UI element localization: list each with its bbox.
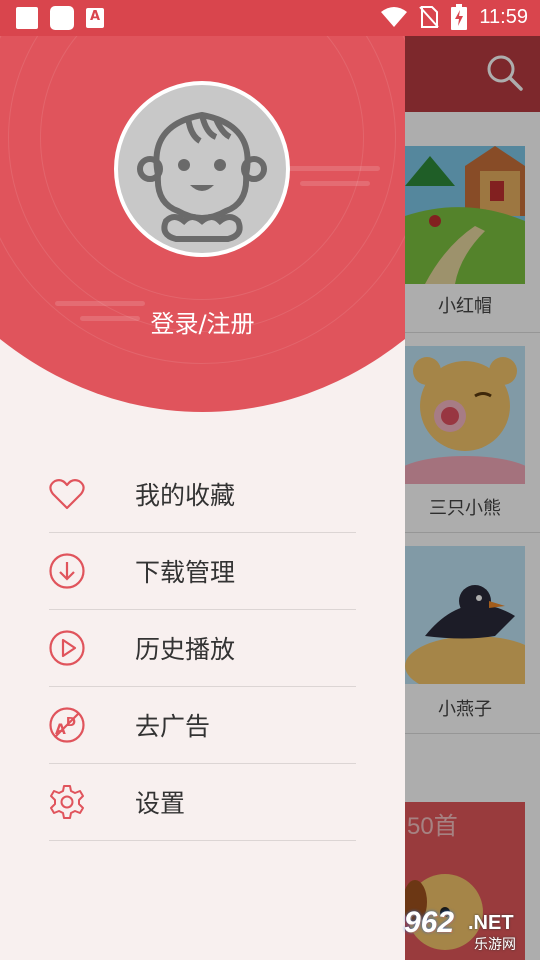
svg-text:D: D bbox=[66, 715, 76, 729]
menu-item-label: 下载管理 bbox=[135, 558, 236, 587]
no-sim-icon bbox=[419, 6, 440, 28]
drawer-menu: 我的收藏 下载管理 历史播放 AD 去广告 设置 bbox=[49, 456, 356, 841]
watermark-number: 962 bbox=[404, 906, 455, 939]
menu-item-remove-ads[interactable]: AD 去广告 bbox=[49, 687, 356, 764]
login-register-link[interactable]: 登录/注册 bbox=[0, 304, 405, 339]
cloud-decoration bbox=[300, 181, 370, 186]
svg-text:A: A bbox=[55, 722, 66, 738]
watermark-site: 乐游网 bbox=[474, 937, 516, 953]
menu-item-favorites[interactable]: 我的收藏 bbox=[49, 456, 356, 533]
download-icon bbox=[49, 553, 85, 589]
menu-item-history[interactable]: 历史播放 bbox=[49, 610, 356, 687]
menu-item-label: 去广告 bbox=[135, 712, 211, 741]
notification-rounded-icon bbox=[50, 6, 74, 30]
notification-square-icon bbox=[16, 7, 38, 29]
site-watermark: 962 .NET 乐游网 bbox=[402, 906, 536, 956]
status-bar: A 11:59 bbox=[0, 0, 540, 36]
status-bar-notifications: A bbox=[16, 6, 104, 30]
status-bar-system: 11:59 bbox=[381, 4, 528, 30]
app-a-icon: A bbox=[86, 8, 104, 28]
wifi-icon bbox=[381, 7, 408, 27]
baby-face-icon bbox=[137, 111, 267, 242]
watermark-domain: .NET bbox=[468, 912, 514, 934]
avatar[interactable] bbox=[114, 81, 290, 257]
menu-item-downloads[interactable]: 下载管理 bbox=[49, 533, 356, 610]
battery-charging-icon bbox=[451, 4, 468, 30]
menu-item-label: 历史播放 bbox=[135, 635, 236, 664]
menu-item-label: 设置 bbox=[135, 789, 186, 818]
menu-item-label: 我的收藏 bbox=[135, 481, 236, 510]
navigation-drawer: 登录/注册 我的收藏 下载管理 历史播放 AD 去广告 设置 bbox=[0, 36, 405, 960]
heart-icon bbox=[49, 476, 85, 512]
menu-item-settings[interactable]: 设置 bbox=[49, 764, 356, 841]
gear-icon bbox=[49, 784, 85, 820]
play-icon bbox=[49, 630, 85, 666]
status-time: 11:59 bbox=[479, 5, 528, 28]
no-ads-icon: AD bbox=[49, 707, 85, 743]
